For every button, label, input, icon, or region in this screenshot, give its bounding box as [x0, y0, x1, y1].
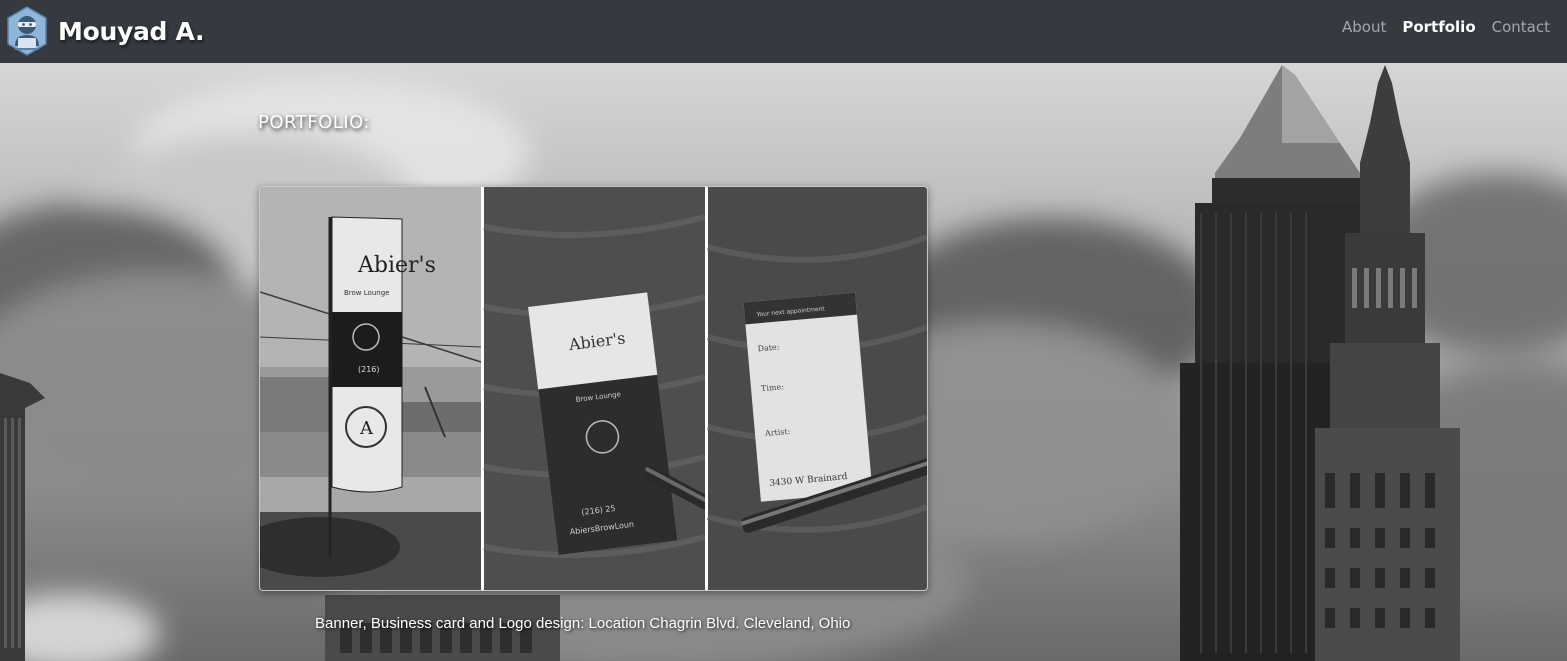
brand[interactable]: Mouyad A.: [6, 6, 205, 56]
banner-flag-subtitle: Brow Lounge: [344, 289, 389, 297]
banner-flag-phone: (216): [358, 365, 380, 374]
nav-link-portfolio[interactable]: Portfolio: [1402, 18, 1475, 36]
portfolio-gallery[interactable]: Abier's Brow Lounge (216) A Abier's Brow…: [259, 186, 928, 591]
nav-link-about[interactable]: About: [1342, 18, 1386, 36]
appt-date-label: Date:: [757, 342, 780, 353]
appointment-card-photo[interactable]: Your next appointment Date: Time: Artist…: [707, 187, 927, 590]
banner-flag-logo: Abier's: [357, 253, 436, 278]
navbar: Mouyad A. About Portfolio Contact: [0, 0, 1567, 63]
nav-link-contact[interactable]: Contact: [1492, 18, 1550, 36]
banner-photo[interactable]: Abier's Brow Lounge (216) A: [260, 187, 482, 590]
portfolio-caption: Banner, Business card and Logo design: L…: [315, 615, 851, 632]
brand-name: Mouyad A.: [58, 16, 205, 46]
svg-text:A: A: [359, 418, 374, 439]
nav-links: About Portfolio Contact: [1342, 18, 1550, 36]
portfolio-title: PORTFOLIO:: [258, 112, 370, 133]
business-card-photo[interactable]: Abier's Brow Lounge (216) 25 AbiersBrowL…: [483, 187, 719, 590]
ninja-logo-icon: [7, 6, 47, 56]
